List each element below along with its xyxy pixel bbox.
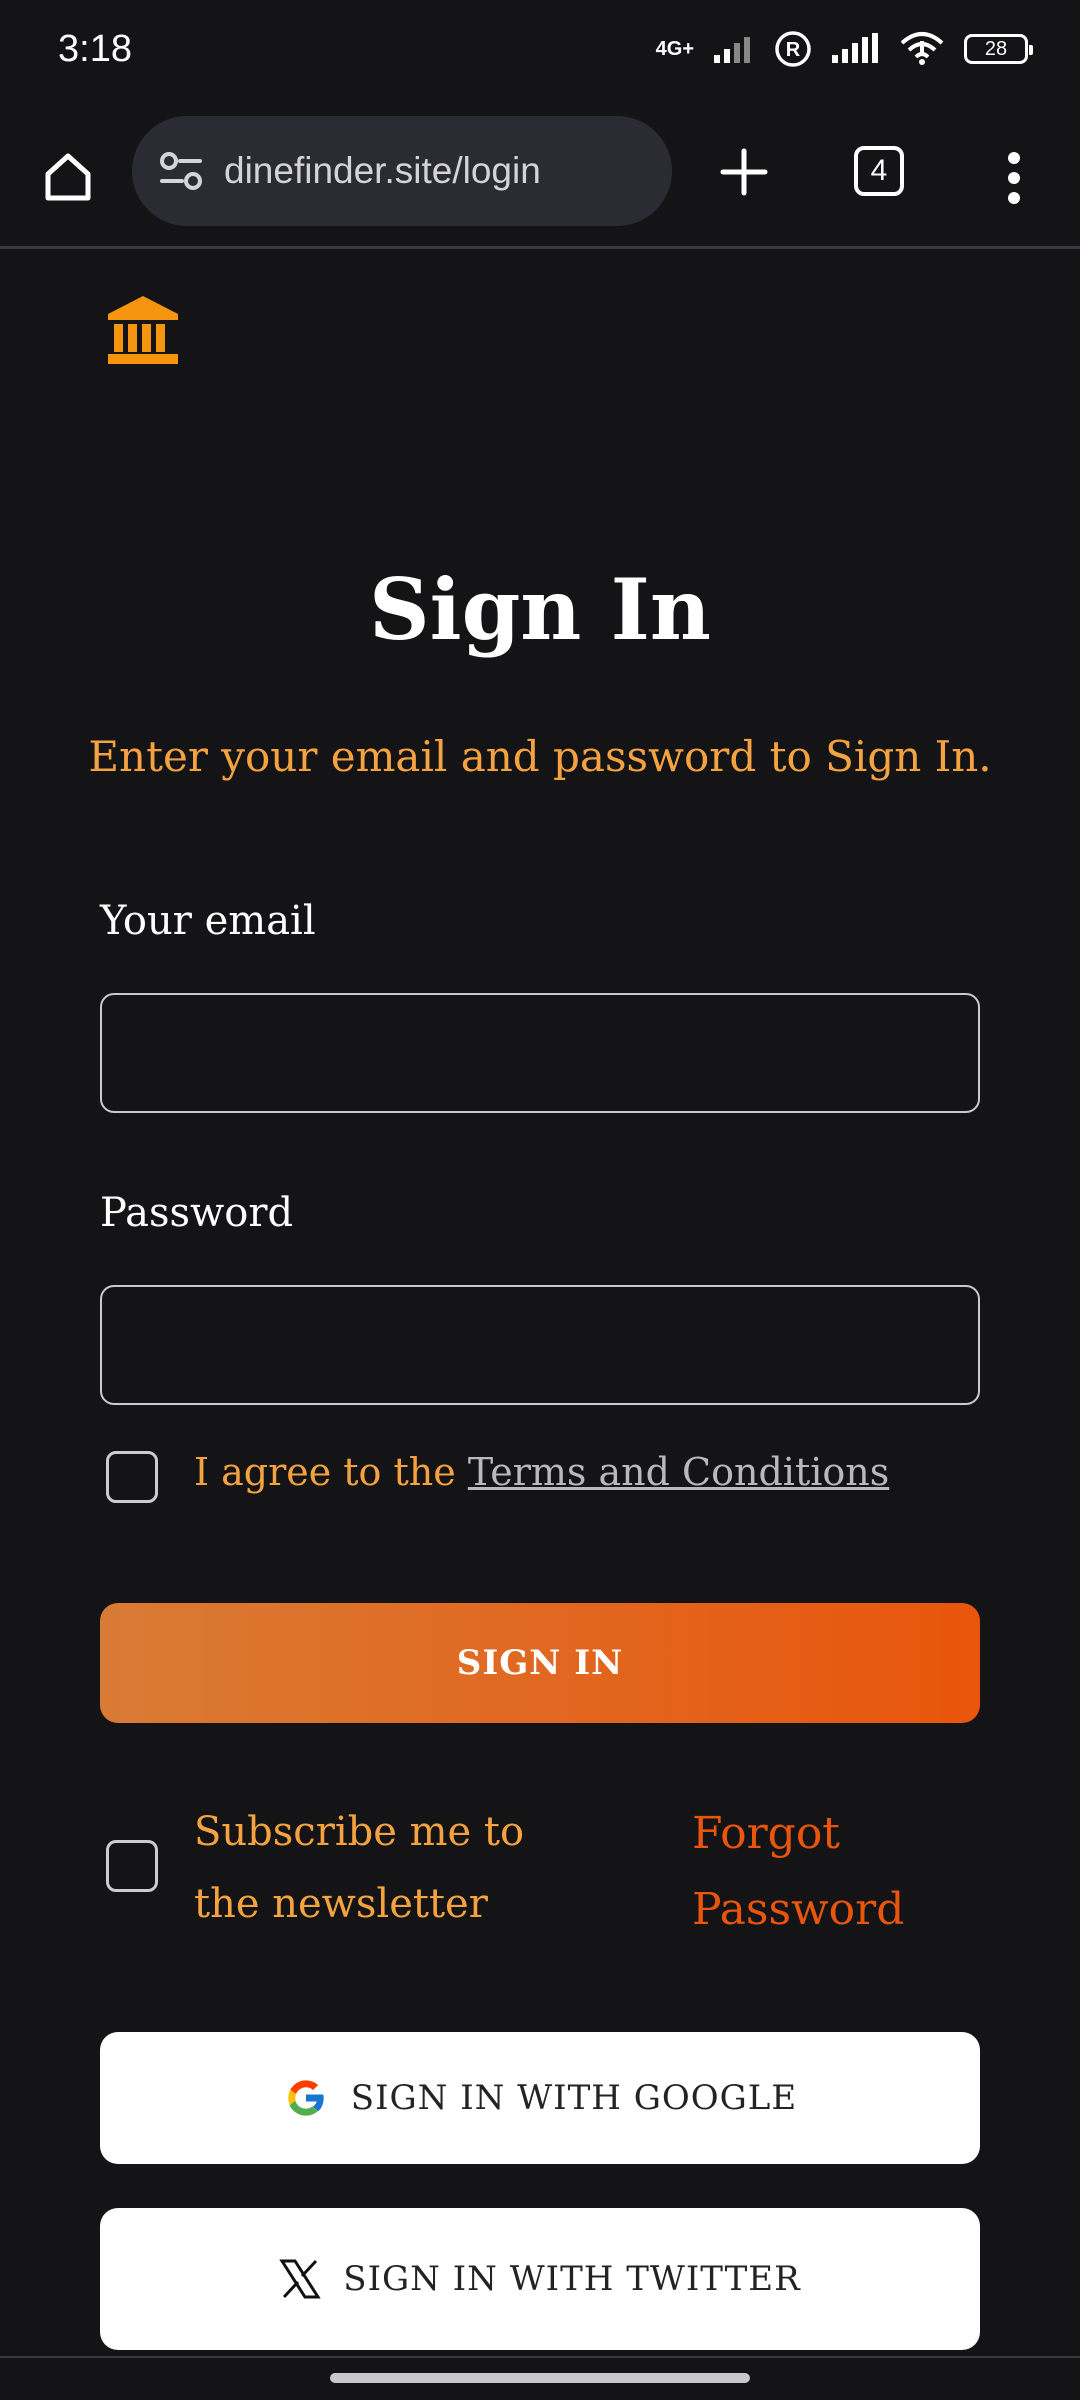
- terms-label: I agree to the Terms and Conditions: [194, 1450, 889, 1494]
- battery-level: 28: [984, 38, 1008, 60]
- status-icons: 4G+ R 28: [655, 30, 1033, 68]
- password-field[interactable]: [100, 1285, 980, 1405]
- status-time: 3:18: [58, 28, 132, 70]
- more-vert-icon: [1008, 152, 1020, 204]
- navigation-divider: [0, 2356, 1080, 2358]
- browser-menu-button[interactable]: [994, 140, 1034, 216]
- sign-in-button[interactable]: SIGN IN: [100, 1603, 980, 1723]
- signal-icon: [714, 37, 750, 63]
- wifi-icon: [900, 32, 944, 65]
- page-subtitle: Enter your email and password to Sign In…: [88, 732, 992, 781]
- battery-icon: 28: [964, 34, 1033, 64]
- google-button-label: SIGN IN WITH GOOGLE: [350, 2078, 798, 2118]
- x-icon: [279, 2259, 322, 2299]
- new-tab-button[interactable]: [706, 134, 782, 210]
- terms-checkbox[interactable]: [106, 1451, 158, 1503]
- newsletter-checkbox[interactable]: [106, 1840, 158, 1892]
- registered-icon: R: [775, 31, 811, 67]
- email-label: Your email: [100, 898, 316, 944]
- network-type-label: 4G+: [655, 38, 694, 60]
- signal-strength-icon: [832, 33, 878, 63]
- plus-icon: [720, 148, 768, 196]
- terms-link[interactable]: Terms and Conditions: [468, 1450, 889, 1494]
- google-icon: [288, 2080, 325, 2116]
- newsletter-label: Subscribe me to the newsletter: [194, 1809, 525, 1927]
- page-title: Sign In: [369, 560, 711, 659]
- bank-icon[interactable]: [106, 294, 180, 366]
- email-field[interactable]: [100, 993, 980, 1113]
- twitter-sign-in-button[interactable]: SIGN IN WITH TWITTER: [100, 2208, 980, 2350]
- home-icon: [45, 153, 91, 201]
- google-sign-in-button[interactable]: SIGN IN WITH GOOGLE: [100, 2032, 980, 2164]
- status-bar: 3:18 4G+ R 28: [0, 0, 1080, 110]
- home-button[interactable]: [30, 138, 106, 214]
- address-bar[interactable]: dinefinder.site/login: [132, 116, 672, 226]
- gesture-handle[interactable]: [330, 2373, 750, 2383]
- svg-text:R: R: [786, 39, 801, 61]
- browser-toolbar: dinefinder.site/login 4: [0, 110, 1080, 249]
- twitter-button-label: SIGN IN WITH TWITTER: [343, 2259, 801, 2299]
- tab-switcher-button[interactable]: 4: [854, 146, 904, 196]
- terms-prefix: I agree to the: [194, 1450, 468, 1494]
- url-text: dinefinder.site/login: [224, 150, 541, 191]
- tune-icon[interactable]: [156, 146, 206, 196]
- password-label: Password: [100, 1190, 294, 1236]
- forgot-password-link[interactable]: Forgot Password: [692, 1796, 922, 1948]
